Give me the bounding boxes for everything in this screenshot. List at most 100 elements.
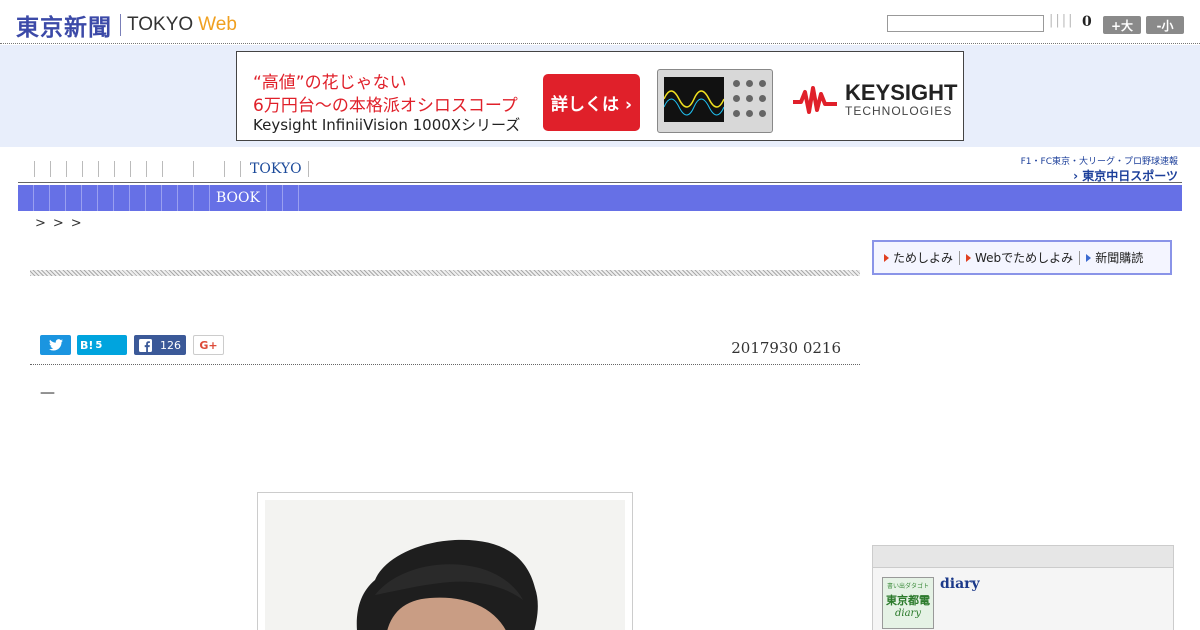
ad-brand-sub: TECHNOLOGIES (845, 104, 953, 118)
facebook-share-button[interactable]: 126 (134, 335, 186, 355)
knob (759, 95, 766, 102)
nav-tab[interactable] (50, 185, 66, 211)
logo-jp: 東京新聞 (16, 15, 112, 41)
social-share-bar: B! 5 126 G+ (40, 335, 224, 355)
article-title-rule (30, 270, 860, 276)
article-photo-frame (257, 492, 633, 630)
sidebar-diary-box: 書い出ダタゴト 東京都電 diary diary (872, 545, 1174, 630)
subnav-separator (240, 161, 241, 177)
header-divider (0, 43, 1200, 44)
subnav-item-tokyo[interactable]: TOKYO (250, 161, 302, 177)
category-navbar: BOOK (18, 185, 1182, 211)
knob (733, 95, 740, 102)
facebook-icon (139, 338, 152, 352)
ad-band: “高値”の花じゃない 6万円台～の本格派オシロスコープ Keysight Inf… (0, 45, 1200, 147)
nav-tab[interactable] (130, 185, 146, 211)
knob (733, 110, 740, 117)
subnav-separator (34, 161, 35, 177)
subnav-separator (130, 161, 131, 177)
oscilloscope-image (657, 69, 773, 133)
article-photo[interactable] (265, 500, 625, 630)
portrait-image (265, 500, 625, 630)
subscribe-link[interactable]: 新聞購読 (1086, 249, 1143, 266)
logo-en: TOKYO (127, 14, 194, 35)
knob (759, 80, 766, 87)
banner-ad[interactable]: “高値”の花じゃない 6万円台～の本格派オシロスコープ Keysight Inf… (236, 51, 964, 141)
tameshi-yomi-label: ためしよみ (893, 251, 954, 265)
tameshi-separator (959, 250, 961, 265)
nav-tab[interactable] (82, 185, 98, 211)
nav-tab[interactable] (114, 185, 130, 211)
nav-tab[interactable] (178, 185, 194, 211)
subnav-separator (224, 161, 225, 177)
site-header: 東京新聞 TOKYO Web |||| 0 +大 -小 (0, 0, 1200, 44)
web-tameshi-yomi-label: Webでためしよみ (975, 251, 1074, 265)
subnav-separator (307, 161, 309, 177)
subscribe-label: 新聞購読 (1095, 251, 1144, 265)
diary-logo[interactable]: 書い出ダタゴト 東京都電 diary (882, 577, 934, 629)
nav-tab[interactable] (18, 185, 34, 211)
nav-tab[interactable] (34, 185, 50, 211)
sub-navigation: TOKYO (34, 160, 324, 178)
subnav-separator (162, 161, 163, 177)
knob (746, 95, 753, 102)
ad-cta-button[interactable]: 詳しくは › (543, 74, 640, 131)
knob (733, 80, 740, 87)
article-divider (30, 364, 860, 365)
ad-brand: KEYSIGHT TECHNOLOGIES (793, 82, 957, 118)
font-size-count: 0 (1082, 14, 1092, 30)
nav-tab[interactable] (146, 185, 162, 211)
ad-product: Keysight InfiniiVision 1000Xシリーズ (253, 116, 521, 134)
twitter-share-button[interactable] (40, 335, 71, 355)
chunichi-tagline: F1・FC東京・大リーグ・プロ野球速報 (1020, 157, 1178, 167)
nav-tab[interactable] (98, 185, 114, 211)
nav-divider (18, 182, 1182, 183)
triangle-icon (966, 253, 972, 262)
nav-tab[interactable] (194, 185, 210, 211)
sidebar-box-header (873, 546, 1173, 568)
logo-web: Web (198, 14, 237, 35)
diary-logo-main: 東京都電 (886, 594, 930, 607)
ad-subheadline: 6万円台～の本格派オシロスコープ (253, 96, 518, 116)
googleplus-share-button[interactable]: G+ (193, 335, 224, 355)
subnav-separator (66, 161, 67, 177)
subnav-separator (114, 161, 115, 177)
subnav-separator (146, 161, 147, 177)
chunichi-sports-link[interactable]: F1・FC東京・大リーグ・プロ野球速報 › 東京中日スポーツ (1021, 154, 1178, 184)
diary-logo-small: 書い出ダタゴト (886, 583, 929, 590)
article-body-text: — (40, 383, 55, 401)
nav-tab[interactable] (267, 185, 283, 211)
web-tameshi-yomi-link[interactable]: Webでためしよみ (966, 249, 1073, 266)
ad-brand-name: KEYSIGHT (845, 80, 958, 105)
article-date: 2017930 0216 (731, 339, 841, 357)
nav-tab-book[interactable]: BOOK (210, 185, 267, 211)
tameshi-yomi-box: ためしよみ Webでためしよみ 新聞購読 (872, 240, 1172, 275)
keysight-logo-icon (793, 86, 837, 114)
font-size-increase-button[interactable]: +大 (1103, 16, 1141, 34)
triangle-icon (884, 253, 889, 262)
knob (746, 110, 753, 117)
hatena-icon: B! (80, 338, 94, 352)
tameshi-separator (1079, 250, 1081, 265)
breadcrumb[interactable]: >>> (35, 216, 89, 231)
ad-headline: “高値”の花じゃない (253, 73, 407, 93)
oscilloscope-screen (663, 77, 725, 122)
facebook-count: 126 (160, 338, 181, 352)
twitter-icon (48, 339, 63, 351)
search-input[interactable] (887, 15, 1044, 32)
subnav-separator (82, 161, 83, 177)
header-separators: |||| (1049, 13, 1075, 28)
triangle-icon (1086, 253, 1092, 262)
tameshi-yomi-link[interactable]: ためしよみ (884, 249, 953, 266)
subnav-separator (98, 161, 99, 177)
site-logo[interactable]: 東京新聞 TOKYO Web (16, 8, 237, 42)
nav-tab[interactable] (162, 185, 178, 211)
subnav-separator (50, 161, 51, 177)
logo-divider (120, 14, 121, 36)
nav-tab[interactable] (283, 185, 299, 211)
hatena-bookmark-button[interactable]: B! 5 (77, 335, 127, 355)
subnav-separator (193, 161, 194, 177)
font-size-decrease-button[interactable]: -小 (1146, 16, 1184, 34)
diary-title-link[interactable]: diary (940, 576, 980, 592)
nav-tab[interactable] (66, 185, 82, 211)
